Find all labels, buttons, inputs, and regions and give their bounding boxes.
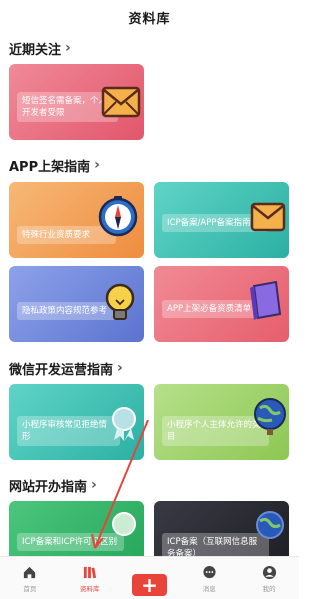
tab-messages-label: 消息: [202, 585, 216, 593]
chevron-right-icon: ›: [91, 477, 97, 493]
card-icp-cert-label: ICP备案和ICP许可证区别: [17, 533, 124, 551]
tab-mine[interactable]: 我的: [239, 557, 299, 599]
lightbulb-icon: [105, 283, 135, 320]
chevron-right-icon: ›: [65, 40, 71, 56]
section-recent-label: 近期关注: [9, 42, 62, 58]
card-miniprogram-review[interactable]: 小程序审核常见拒绝情形: [9, 384, 144, 460]
card-app-docs-label: APP上架必备资质清单: [162, 300, 261, 318]
tab-library[interactable]: 资料库: [60, 557, 120, 599]
section-website-label: 网站开办指南: [9, 479, 88, 495]
library-icon: [84, 566, 97, 579]
plus-button[interactable]: +: [131, 573, 167, 597]
card-app-required-docs[interactable]: APP上架必备资质清单: [154, 266, 289, 342]
section-wechat-label: 微信开发运营指南: [9, 362, 114, 378]
section-website-header[interactable]: 网站开办指南 ›: [9, 475, 97, 495]
page-title: 资料库: [128, 11, 171, 27]
card-icp-app[interactable]: ICP备案/APP备案指南: [154, 182, 289, 258]
card-sms-signature[interactable]: 短信签名需备案，个人开发者受限: [9, 64, 144, 140]
tab-messages[interactable]: 消息: [179, 557, 239, 599]
section-recent-header[interactable]: 近期关注 ›: [9, 38, 71, 58]
section-wechat-header[interactable]: 微信开发运营指南 ›: [9, 358, 123, 378]
home-icon: [24, 566, 36, 579]
tab-library-label: 资料库: [79, 585, 100, 593]
globe-icon: [254, 398, 286, 435]
globe-icon: [256, 511, 284, 539]
tab-mine-label: 我的: [262, 585, 276, 593]
tab-create[interactable]: +: [120, 557, 180, 599]
envelope-icon: [101, 86, 141, 118]
card-review-label: 小程序审核常见拒绝情形: [17, 416, 120, 446]
card-special-industry[interactable]: 特殊行业资质要求: [9, 182, 144, 258]
plus-icon: +: [141, 573, 158, 597]
compass-icon: [98, 196, 138, 237]
card-privacy-policy[interactable]: 隐私政策内容规范参考: [9, 266, 144, 342]
card-icp-internet-filing[interactable]: ICP备案（互联网信息服务备案）: [154, 501, 289, 561]
book-icon: [250, 280, 282, 320]
bottom-tab-bar: 首页 资料库 + 消息 我的: [0, 556, 299, 599]
card-miniprogram-personal[interactable]: 小程序个人主体允许的类目: [154, 384, 289, 460]
section-app-header[interactable]: APP上架指南 ›: [9, 155, 100, 175]
chevron-right-icon: ›: [117, 360, 123, 376]
tab-home-label: 首页: [23, 585, 37, 593]
user-icon: [262, 565, 276, 580]
chat-icon: [203, 565, 216, 579]
award-icon: [112, 407, 136, 441]
award-icon: [112, 512, 136, 536]
envelope-icon: [250, 202, 286, 232]
tab-home[interactable]: 首页: [0, 557, 60, 599]
chevron-right-icon: ›: [94, 157, 100, 173]
card-icp-vs-license[interactable]: ICP备案和ICP许可证区别: [9, 501, 144, 561]
top-bar: 资料库: [0, 0, 299, 34]
section-app-label: APP上架指南: [9, 159, 91, 175]
